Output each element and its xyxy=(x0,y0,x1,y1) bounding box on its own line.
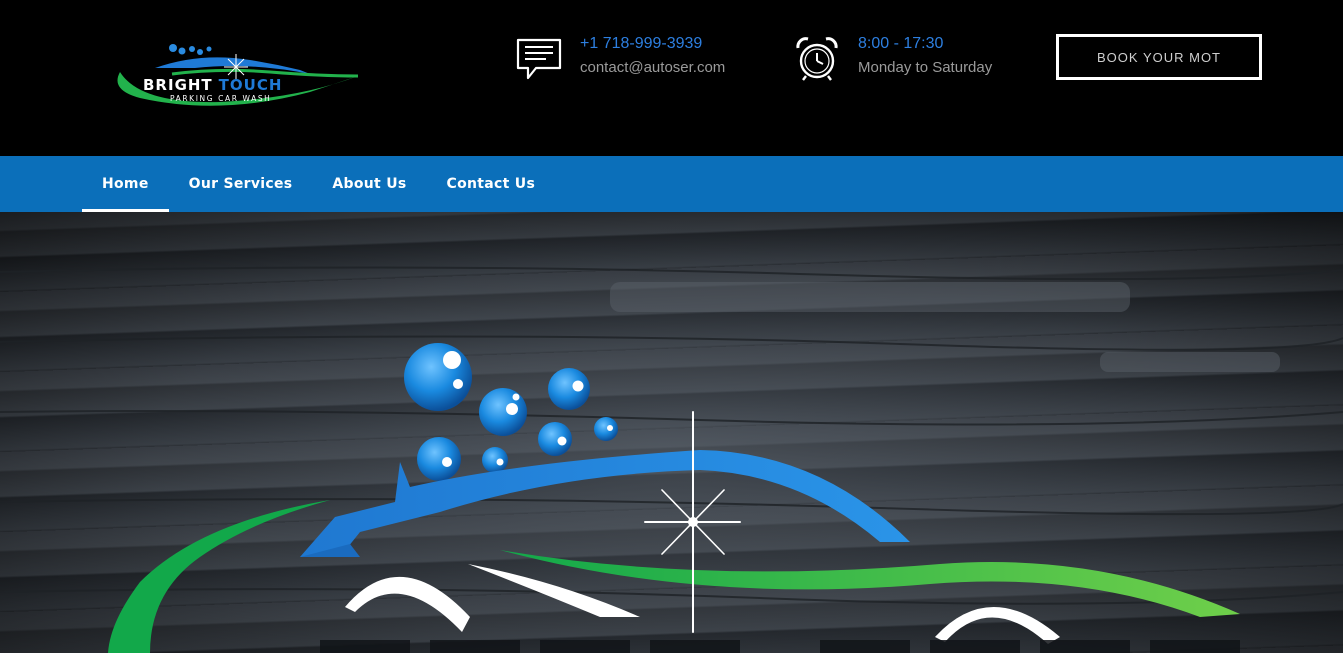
alarm-clock-icon xyxy=(796,37,838,81)
phone-number[interactable]: +1 718-999-3939 xyxy=(580,32,725,56)
hours-time: 8:00 - 17:30 xyxy=(858,35,944,52)
email-address[interactable]: contact@autoser.com xyxy=(580,56,725,80)
book-mot-button[interactable]: BOOK YOUR MOT xyxy=(1056,34,1262,80)
chat-icon xyxy=(516,38,562,80)
nav-item-about-us[interactable]: About Us xyxy=(312,156,426,212)
site-header: BRIGHT TOUCH PARKING CAR WASH +1 718-999-… xyxy=(0,0,1343,156)
contact-info: +1 718-999-3939 contact@autoser.com xyxy=(514,32,725,84)
hours-days: Monday to Saturday xyxy=(858,59,993,76)
nav-item-home[interactable]: Home xyxy=(82,156,169,212)
logo-tagline: PARKING CAR WASH xyxy=(170,94,272,103)
logo-word-primary: BRIGHT xyxy=(143,76,213,94)
brand-logo[interactable]: BRIGHT TOUCH PARKING CAR WASH xyxy=(100,40,365,116)
main-navigation: Home Our Services About Us Contact Us xyxy=(0,156,1343,212)
logo-word-secondary: TOUCH xyxy=(218,76,283,94)
hero-banner xyxy=(0,212,1343,653)
nav-item-our-services[interactable]: Our Services xyxy=(169,156,313,212)
nav-item-contact-us[interactable]: Contact Us xyxy=(427,156,556,212)
hero-car-logo-image xyxy=(0,266,1343,653)
opening-hours: 8:00 - 17:30 Monday to Saturday xyxy=(792,32,992,84)
logo-wordmark: BRIGHT TOUCH xyxy=(143,76,282,94)
